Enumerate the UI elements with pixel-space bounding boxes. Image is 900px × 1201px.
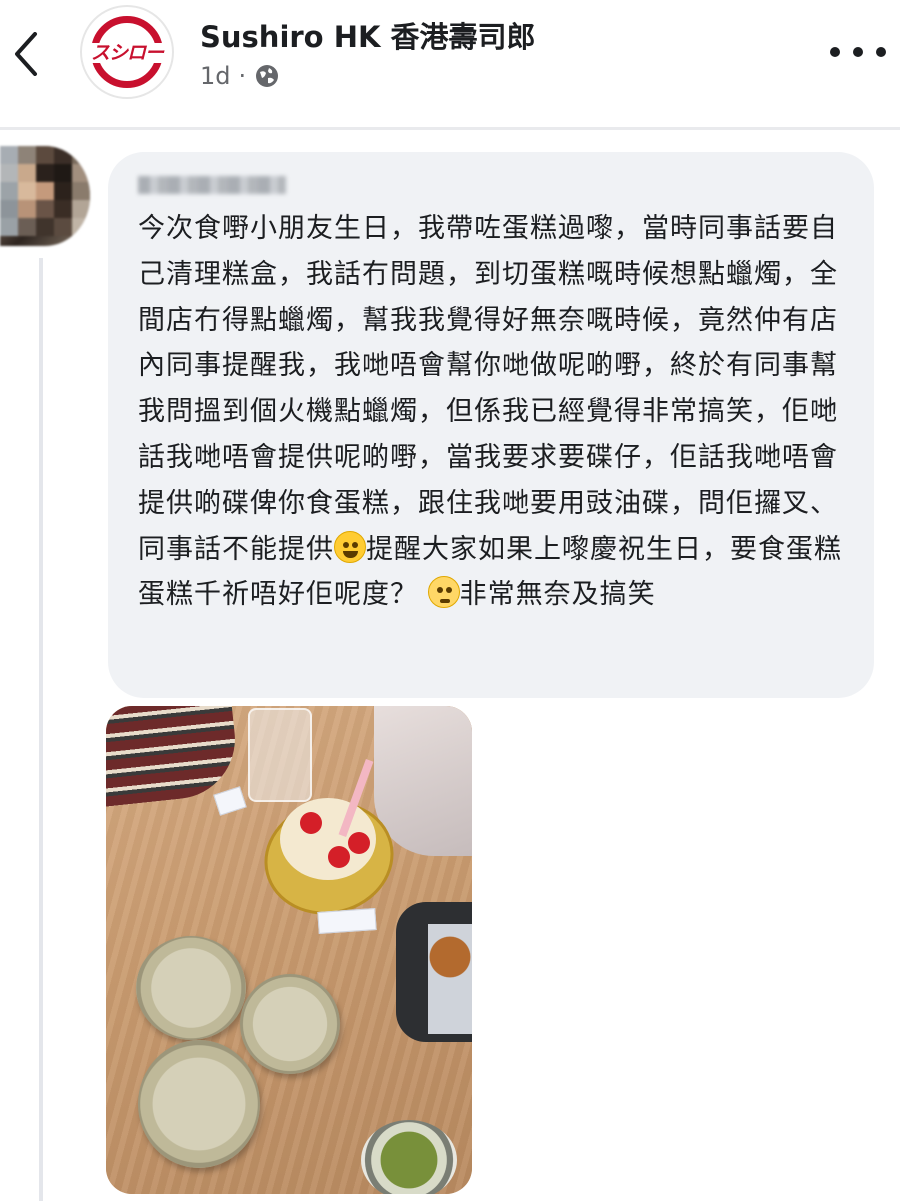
post-meta: 1d · (200, 60, 280, 92)
strawberry (348, 832, 370, 854)
thread-line (39, 258, 43, 1201)
strawberry (328, 846, 350, 868)
more-options-button[interactable] (830, 40, 886, 64)
globe-icon (256, 65, 279, 87)
more-horizontal-icon (830, 47, 840, 57)
birthday-cake (280, 798, 376, 880)
water-glass (248, 708, 312, 802)
fried-food (428, 924, 472, 1034)
page-name[interactable]: Sushiro HK 香港壽司郎 (200, 14, 536, 56)
meta-separator: · (238, 62, 247, 90)
comment-text: 今次食嘢小朋友生日，我帶咗蛋糕過嚟，當時同事話要自己清理糕盒，我話冇問題，到切蛋… (138, 206, 848, 618)
more-horizontal-icon-dot (853, 47, 863, 57)
header-divider (0, 127, 900, 130)
back-button[interactable] (6, 26, 46, 82)
rolling-laughing-emoji-icon (334, 530, 366, 563)
order-card (317, 908, 377, 934)
pleading-face-emoji-icon (427, 576, 460, 609)
comment-bubble[interactable]: 今次食嘢小朋友生日，我帶咗蛋糕過嚟，當時同事話要自己清理糕盒，我話冇問題，到切蛋… (108, 152, 874, 698)
soy-sauce-plate (138, 1040, 260, 1168)
soy-sauce-plate (240, 974, 340, 1074)
post-header: スシロー Sushiro HK 香港壽司郎 1d · (0, 0, 900, 128)
green-tea-cup (361, 1120, 457, 1194)
comment-photo[interactable] (106, 706, 472, 1194)
more-horizontal-icon-dot (876, 47, 886, 57)
commenter-name-blurred[interactable] (138, 172, 844, 198)
comment-text-part1: 今次食嘢小朋友生日，我帶咗蛋糕過嚟，當時同事話要自己清理糕盒，我話冇問題，到切蛋… (138, 213, 838, 565)
page-avatar[interactable]: スシロー (80, 5, 174, 99)
commenter-avatar[interactable] (0, 146, 90, 246)
chevron-left-icon (15, 32, 37, 76)
comment-text-part3: 非常無奈及搞笑 (459, 579, 656, 611)
blurred-name (138, 176, 286, 194)
strawberry (300, 812, 322, 834)
soy-sauce-plate (136, 936, 246, 1040)
sushiro-logo-text: スシロー (90, 42, 164, 64)
post-time[interactable]: 1d (200, 62, 231, 90)
